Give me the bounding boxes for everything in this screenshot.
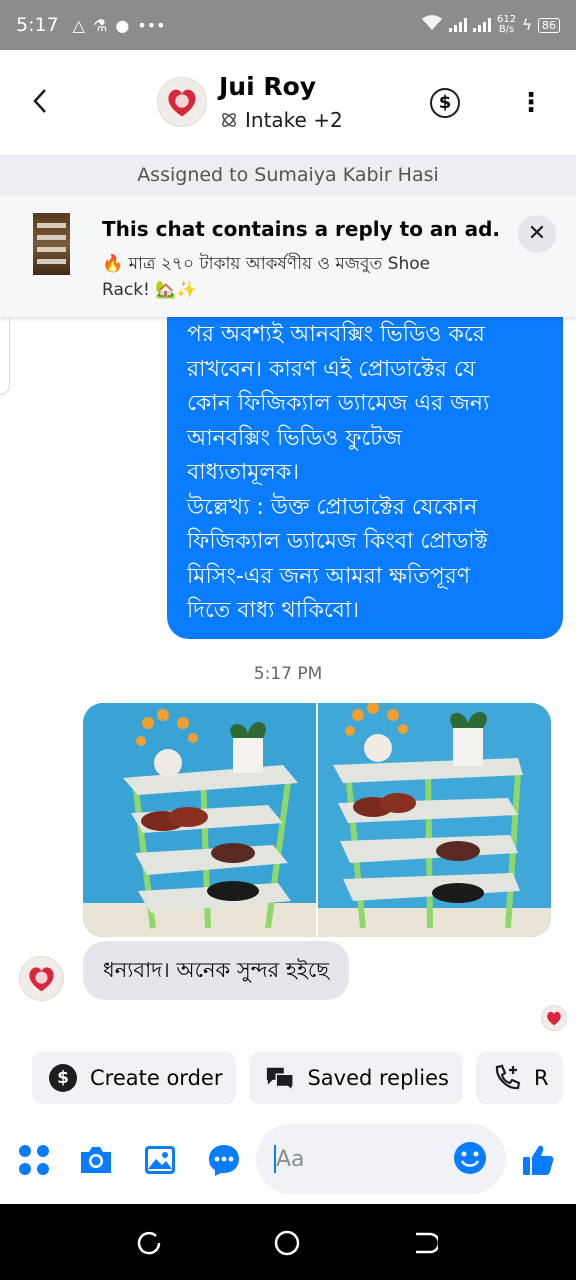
- contact-name[interactable]: Jui Roy: [219, 72, 316, 101]
- signal-icon: [449, 18, 467, 32]
- contact-avatar[interactable]: [157, 77, 207, 127]
- saved-replies-chip[interactable]: Saved replies: [249, 1052, 463, 1104]
- thumbs-up-icon: [523, 1145, 554, 1175]
- back-nav-button[interactable]: [412, 1230, 441, 1256]
- notification-icons: △ ⚗ ● •••: [73, 16, 166, 35]
- shoe-rack-image: [83, 703, 316, 937]
- messenger-button[interactable]: [206, 1142, 242, 1178]
- image-icon: [145, 1146, 175, 1174]
- battery-level: 86: [538, 17, 560, 33]
- chip-label: R: [533, 1066, 549, 1090]
- back-button[interactable]: [30, 86, 60, 120]
- more-options-button[interactable]: ⋮: [518, 86, 544, 120]
- recents-icon: [137, 1231, 161, 1255]
- home-button[interactable]: [274, 1230, 300, 1256]
- close-ad-banner-button[interactable]: ✕: [518, 215, 556, 253]
- shoe-rack-image: [318, 703, 551, 937]
- status-time: 5:17: [16, 14, 59, 36]
- dollar-circle-icon: $: [48, 1063, 78, 1093]
- heart-avatar-icon: [158, 78, 206, 126]
- message-composer: [0, 1118, 576, 1204]
- atom-icon: [222, 113, 236, 127]
- smiley-icon: [454, 1142, 486, 1174]
- status-bar: 5:17 △ ⚗ ● ••• 612 B/s ϟ 86: [0, 0, 576, 50]
- net-speed: 612 B/s: [497, 14, 517, 35]
- messenger-dots-icon: [209, 1145, 239, 1176]
- back-nav-icon: [416, 1232, 441, 1254]
- payment-button[interactable]: $: [430, 88, 460, 118]
- close-icon: ✕: [527, 221, 547, 246]
- outgoing-message-bubble[interactable]: পর অবশ্যই আনবক্সিং ভিডিও করে রাখবেন। কার…: [167, 300, 563, 639]
- emoji-button[interactable]: [452, 1140, 488, 1176]
- quick-reply-chips: $ Create order Saved replies R: [32, 1052, 563, 1104]
- gallery-button[interactable]: [142, 1142, 178, 1178]
- sender-avatar[interactable]: [19, 956, 64, 1001]
- warning-icon: △: [72, 15, 85, 35]
- seen-indicator-avatar: [541, 1005, 567, 1031]
- contact-subtitle[interactable]: Intake +2: [219, 108, 343, 132]
- shoe-rack-photo-2[interactable]: [318, 703, 551, 937]
- ad-banner-title: This chat contains a reply to an ad.: [102, 217, 500, 241]
- kebab-menu-icon: ⋮: [518, 88, 544, 118]
- recents-button[interactable]: [136, 1230, 162, 1256]
- camera-icon: [81, 1147, 111, 1173]
- home-circle-icon: [274, 1230, 300, 1256]
- ad-thumbnail[interactable]: [33, 213, 70, 275]
- grid-dots-icon: [19, 1145, 49, 1175]
- call-chip[interactable]: R: [475, 1052, 563, 1104]
- heart-avatar-icon: [20, 957, 63, 1000]
- subtitle-text: Intake +2: [245, 108, 343, 132]
- photo-attachment-group: [83, 703, 551, 937]
- flask-icon: ⚗: [92, 15, 108, 35]
- assignment-banner: Assigned to Sumaiya Kabir Hasi: [0, 155, 576, 195]
- system-navigation-bar: [0, 1204, 576, 1280]
- dollar-icon: $: [438, 92, 452, 113]
- signal-icon-2: [473, 18, 491, 32]
- apps-grid-button[interactable]: [16, 1142, 52, 1178]
- chat-bubbles-icon: [265, 1063, 295, 1093]
- chat-header: Jui Roy Intake +2 $ ⋮: [0, 50, 576, 155]
- chip-label: Saved replies: [307, 1066, 449, 1090]
- chevron-left-icon: [33, 89, 46, 113]
- text-caret: [274, 1145, 276, 1173]
- wifi-icon: [421, 15, 443, 35]
- heart-avatar-icon: [542, 1006, 566, 1030]
- phone-plus-icon: [492, 1063, 522, 1093]
- ad-banner-subtitle: 🔥 মাত্র ২৭০ টাকায় আকর্ষণীয় ও মজবুত Sho…: [102, 254, 431, 300]
- chip-label: Create order: [90, 1066, 223, 1090]
- camera-button[interactable]: [78, 1142, 114, 1178]
- shoe-rack-photo-1[interactable]: [83, 703, 316, 937]
- like-button[interactable]: [520, 1142, 556, 1178]
- incoming-message-bubble[interactable]: ধন্যবাদ। অনেক সুন্দর হইছে: [83, 941, 349, 1000]
- chat-notification-icon: ●: [115, 15, 130, 35]
- charging-icon: ϟ: [522, 16, 532, 34]
- create-order-chip[interactable]: $ Create order: [32, 1052, 237, 1104]
- ad-reply-banner[interactable]: This chat contains a reply to an ad. 🔥 ম…: [0, 195, 576, 317]
- message-timestamp: 5:17 PM: [253, 664, 323, 684]
- more-notifications-icon: •••: [137, 15, 166, 35]
